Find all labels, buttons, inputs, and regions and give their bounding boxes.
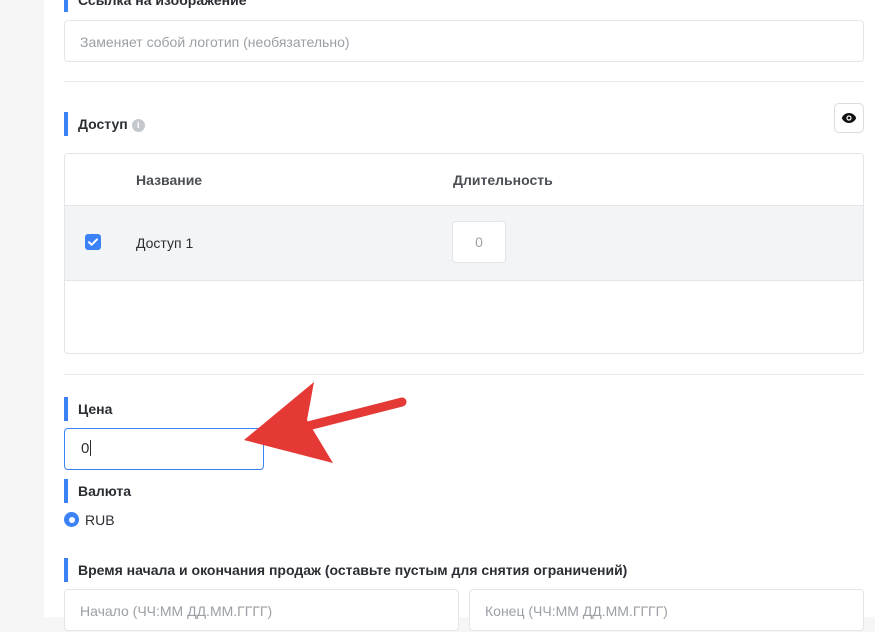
currency-label: Валюта [64,479,131,503]
text-caret [90,440,92,456]
checkmark-icon [88,238,98,246]
visibility-toggle-button[interactable] [834,103,864,133]
image-link-input[interactable]: Заменяет собой логотип (необязательно) [64,20,864,62]
sales-start-input[interactable]: Начало (ЧЧ:ММ ДД.ММ.ГГГГ) [64,589,459,631]
annotation-arrow-icon [244,382,407,463]
column-header-name: Название [136,172,203,188]
access-checkbox[interactable] [85,234,101,250]
price-input[interactable]: 0 [64,428,264,470]
eye-icon [841,113,857,123]
image-link-label: Ссылка на изображение [64,0,247,12]
sales-time-label: Время начала и окончания продаж (оставьт… [64,558,627,582]
duration-input[interactable]: 0 [452,221,506,263]
info-icon[interactable]: i [131,119,145,132]
column-header-duration: Длительность [453,172,553,188]
access-label-text: Доступ [78,116,128,132]
access-table: Название Длительность Доступ 1 0 [64,153,864,354]
divider [64,374,864,375]
price-value: 0 [81,440,90,457]
currency-radio-rub[interactable] [64,512,79,527]
table-row: Доступ 1 0 [65,205,863,281]
sales-end-input[interactable]: Конец (ЧЧ:ММ ДД.ММ.ГГГГ) [469,589,864,631]
access-name: Доступ 1 [136,235,194,251]
currency-option-label: RUB [85,512,115,528]
access-label: Доступ i [64,112,145,136]
divider [64,81,864,82]
image-link-placeholder: Заменяет собой логотип (необязательно) [80,34,350,50]
price-label: Цена [64,397,112,421]
duration-placeholder: 0 [475,234,483,250]
